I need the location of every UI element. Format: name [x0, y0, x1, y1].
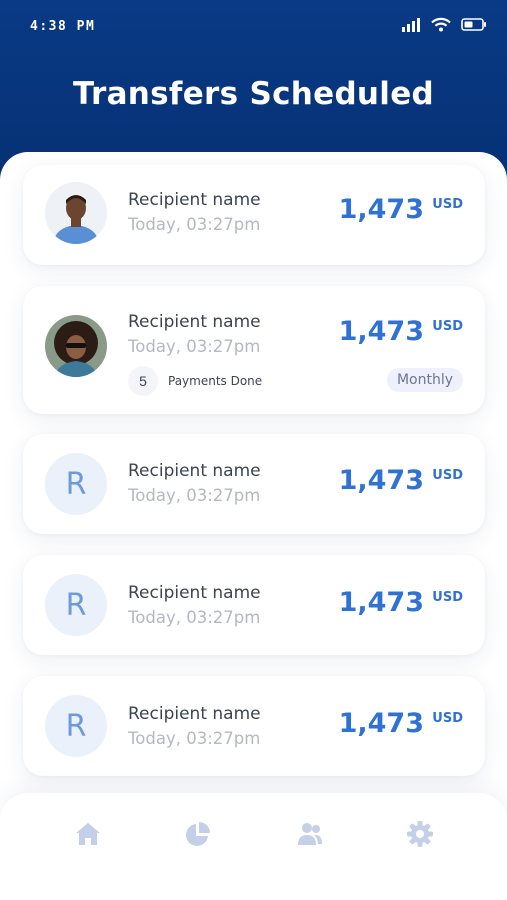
avatar: R	[45, 453, 107, 515]
signal-icon	[401, 17, 421, 37]
transfer-time: Today, 03:27pm	[128, 486, 261, 505]
recipient-name: Recipient name	[128, 461, 261, 481]
frequency-chip: Monthly	[386, 368, 463, 392]
transfer-card[interactable]: R Recipient name Today, 03:27pm 1,473 US…	[23, 434, 485, 534]
transfer-currency: USD	[432, 319, 463, 334]
transfer-amount: 1,473	[338, 708, 424, 739]
transfer-card[interactable]: Recipient name Today, 03:27pm 1,473 USD	[23, 165, 485, 265]
transfer-amount: 1,473	[338, 465, 424, 496]
recipient-name: Recipient name	[128, 704, 261, 724]
transfer-amount: 1,473	[338, 194, 424, 225]
status-icons	[401, 17, 487, 37]
avatar: R	[45, 695, 107, 757]
status-bar: 4:38 PM	[0, 0, 507, 52]
transfer-currency: USD	[432, 711, 463, 726]
home-icon[interactable]	[73, 819, 103, 849]
pie-chart-icon[interactable]	[183, 819, 213, 849]
wifi-icon	[431, 17, 451, 37]
transfer-time: Today, 03:27pm	[128, 729, 261, 748]
transfer-card[interactable]: Recipient name Today, 03:27pm 1,473 USD …	[23, 286, 485, 414]
transfer-card[interactable]: R Recipient name Today, 03:27pm 1,473 US…	[23, 555, 485, 655]
transfer-time: Today, 03:27pm	[128, 215, 261, 234]
transfer-time: Today, 03:27pm	[128, 608, 261, 627]
transfer-currency: USD	[432, 468, 463, 483]
avatar	[45, 182, 107, 244]
transfer-currency: USD	[432, 590, 463, 605]
avatar	[45, 315, 107, 377]
payments-count-badge: 5	[128, 366, 158, 396]
battery-icon	[461, 18, 487, 36]
page-title: Transfers Scheduled	[72, 76, 435, 112]
settings-icon[interactable]	[405, 819, 435, 849]
payments-done-label: Payments Done	[168, 374, 263, 388]
recipient-name: Recipient name	[128, 583, 261, 603]
transfer-amount: 1,473	[338, 316, 424, 347]
avatar: R	[45, 574, 107, 636]
bottom-nav	[0, 793, 507, 900]
recipient-name: Recipient name	[128, 312, 261, 332]
transfer-card[interactable]: R Recipient name Today, 03:27pm 1,473 US…	[23, 676, 485, 776]
recipient-name: Recipient name	[128, 190, 261, 210]
transfer-currency: USD	[432, 197, 463, 212]
transfer-time: Today, 03:27pm	[128, 337, 261, 356]
status-time: 4:38 PM	[30, 19, 96, 34]
users-icon[interactable]	[295, 819, 325, 849]
transfer-amount: 1,473	[338, 587, 424, 618]
